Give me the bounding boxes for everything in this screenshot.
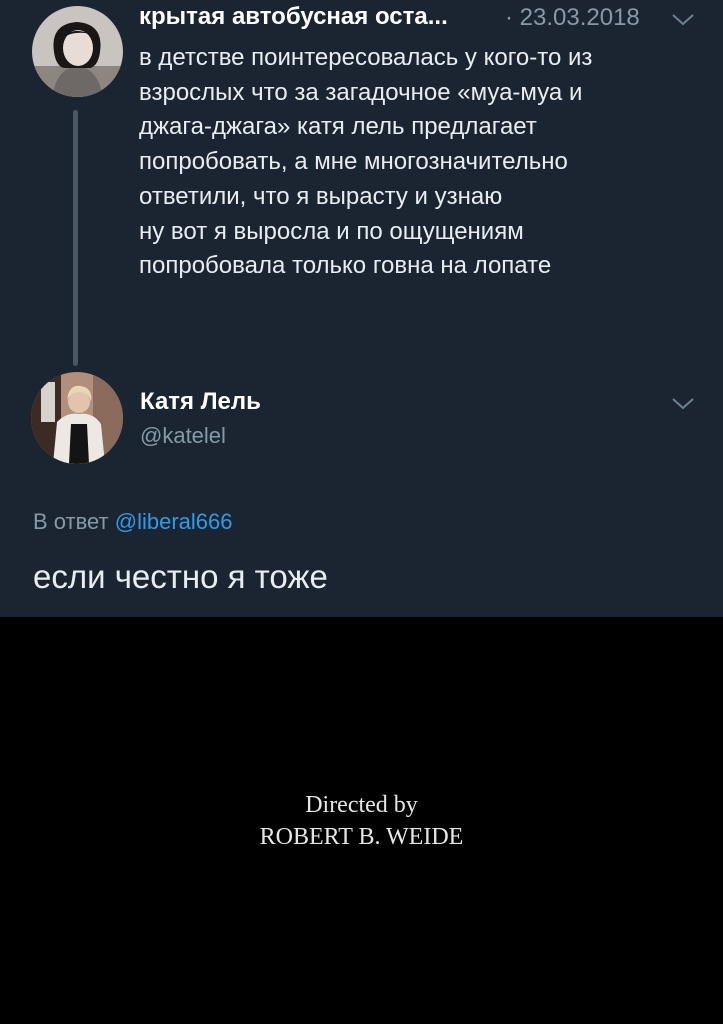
credits-line-director-name: ROBERT B. WEIDE (259, 824, 464, 850)
tweet-text: в детстве поинтересовалась у кого-то из … (139, 44, 593, 280)
tweet-date[interactable]: · 23.03.2018 (505, 4, 640, 32)
chevron-down-icon[interactable] (670, 396, 696, 412)
avatar[interactable] (31, 372, 123, 464)
thread-connector-line (73, 110, 78, 366)
chevron-down-icon[interactable] (670, 12, 696, 28)
reply-context: В ответ @liberal666 (33, 509, 233, 535)
avatar-image (31, 372, 123, 464)
reply-text: если честно я тоже (33, 558, 328, 595)
credits-line-directed-by: Directed by (305, 792, 418, 818)
avatar[interactable] (32, 6, 123, 97)
reply-author-name[interactable]: Катя Лель (140, 388, 261, 416)
tweet-author-name[interactable]: крытая автобусная оста... (139, 3, 448, 31)
reply-author-handle[interactable]: @katelel (140, 423, 226, 449)
tweet-thread: крытая автобусная оста... · 23.03.2018 в… (0, 0, 723, 617)
credits-frame: Directed by ROBERT B. WEIDE (0, 617, 723, 1024)
avatar-image (32, 6, 123, 97)
reply-context-prefix: В ответ (33, 509, 109, 534)
reply-to-link[interactable]: @liberal666 (115, 509, 233, 534)
